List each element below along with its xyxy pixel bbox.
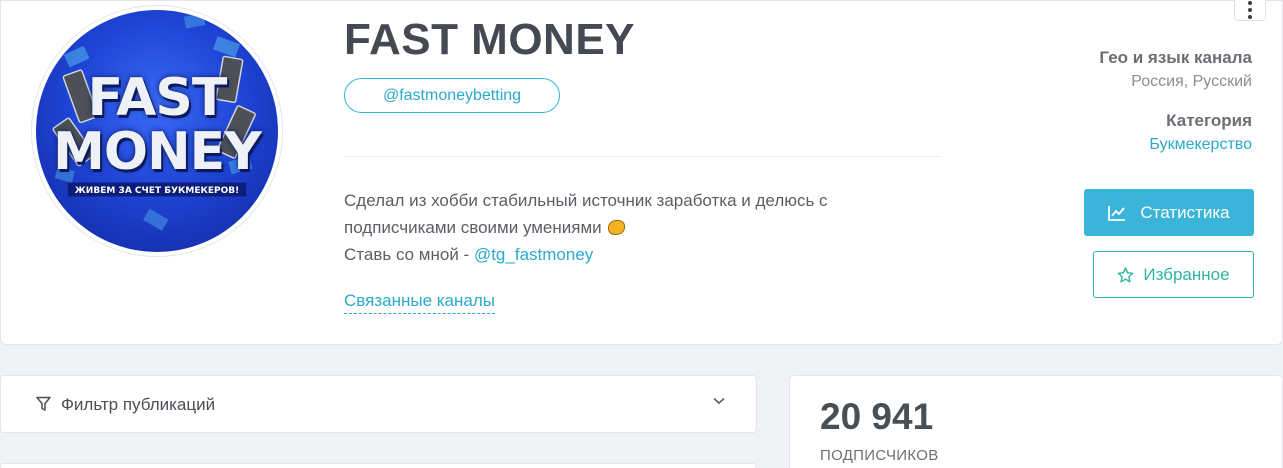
statistics-button[interactable]: Статистика [1084, 189, 1254, 236]
avatar-text-money: MONEY [53, 122, 262, 182]
filter-icon [36, 396, 51, 412]
header-divider [344, 156, 942, 157]
channel-title: FAST MONEY [344, 15, 636, 64]
channel-username-link[interactable]: @fastmoneybetting [344, 78, 560, 113]
statistics-button-label: Статистика [1140, 202, 1230, 222]
avatar-text-fast: FAST [87, 68, 228, 128]
related-channels-link[interactable]: Связанные каналы [344, 291, 495, 314]
description-mention-link[interactable]: @tg_fastmoney [474, 245, 593, 264]
chevron-down-icon[interactable] [712, 396, 726, 406]
favorite-button[interactable]: Избранное [1093, 251, 1254, 298]
more-options-button[interactable] [1234, 0, 1266, 21]
avatar-image: FAST MONEY ЖИВЕМ ЗА СЧЕТ БУКМЕКЕРОВ! [36, 10, 278, 252]
more-vertical-icon [1248, 8, 1252, 12]
avatar-tagline: ЖИВЕМ ЗА СЧЕТ БУКМЕКЕРОВ! [74, 186, 240, 196]
description-line-2: подписчиками своими умениями [344, 214, 944, 241]
channel-description: Сделал из хобби стабильный источник зара… [344, 187, 944, 268]
description-line-2-text: подписчиками своими умениями [344, 218, 602, 237]
channel-avatar: FAST MONEY ЖИВЕМ ЗА СЧЕТ БУКМЕКЕРОВ! [31, 5, 283, 257]
description-line-1: Сделал из хобби стабильный источник зара… [344, 191, 828, 210]
coin-emoji-icon [607, 220, 625, 235]
publication-filter-panel[interactable]: Фильтр публикаций [0, 375, 757, 433]
favorite-button-label: Избранное [1143, 264, 1230, 284]
more-vertical-icon [1248, 15, 1252, 19]
channel-header-card: FAST MONEY ЖИВЕМ ЗА СЧЕТ БУКМЕКЕРОВ! FAS… [0, 0, 1283, 345]
category-label: Категория [1166, 111, 1252, 130]
geo-language-value: Россия, Русский [1131, 73, 1252, 90]
line-chart-icon [1108, 205, 1126, 221]
star-icon [1117, 266, 1134, 283]
description-line-3: Ставь со мной - @tg_fastmoney [344, 241, 944, 268]
geo-language-label: Гео и язык канала [1099, 48, 1252, 67]
description-line-3-text: Ставь со мной - [344, 245, 474, 264]
filter-label: Фильтр публикаций [61, 395, 216, 414]
subscribers-card: 20 941 ПОДПИСЧИКОВ [789, 375, 1283, 468]
publications-card [0, 463, 757, 468]
subscribers-count: 20 941 [820, 396, 934, 437]
category-link[interactable]: Букмекерство [1149, 136, 1252, 154]
more-vertical-icon [1248, 1, 1252, 5]
subscribers-label: ПОДПИСЧИКОВ [820, 447, 939, 464]
